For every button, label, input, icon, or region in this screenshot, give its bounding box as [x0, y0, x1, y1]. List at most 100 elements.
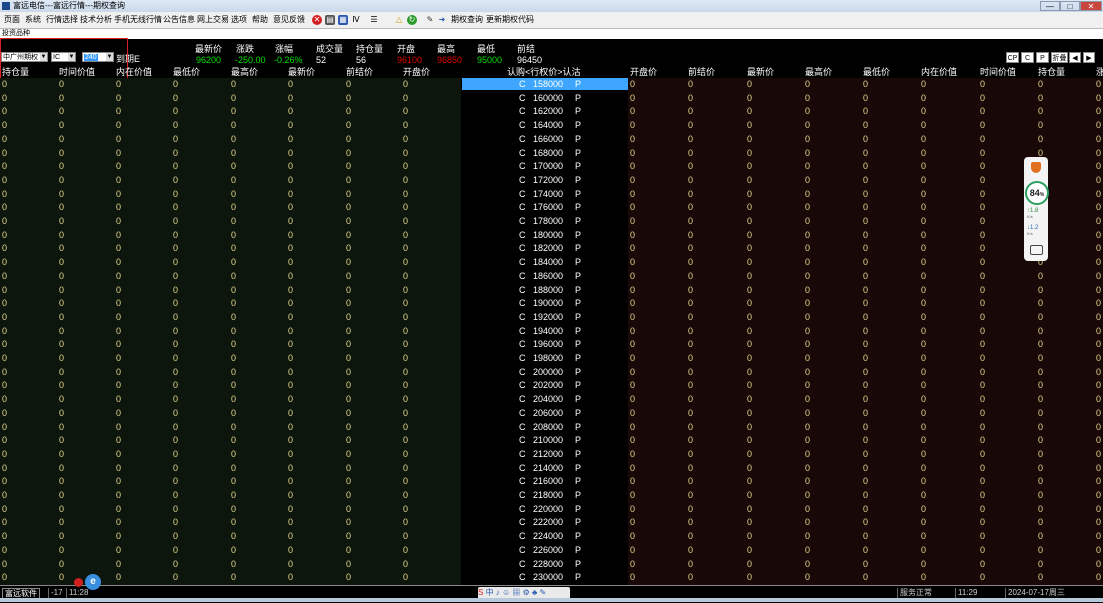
- put-cell[interactable]: 0: [863, 161, 868, 171]
- put-cell[interactable]: 0: [688, 243, 693, 253]
- call-flag[interactable]: C: [519, 134, 526, 144]
- call-cell[interactable]: 0: [403, 504, 408, 514]
- put-cell[interactable]: 0: [980, 394, 985, 404]
- put-cell[interactable]: 0: [630, 106, 635, 116]
- put-cell[interactable]: 0: [805, 134, 810, 144]
- menu-help[interactable]: 帮助: [252, 12, 268, 28]
- put-cell[interactable]: 0: [1038, 559, 1043, 569]
- call-flag[interactable]: C: [519, 422, 526, 432]
- put-cell[interactable]: 0: [980, 93, 985, 103]
- call-cell[interactable]: 0: [231, 572, 236, 582]
- put-cell[interactable]: 0: [805, 285, 810, 295]
- put-cell[interactable]: 0: [805, 93, 810, 103]
- put-cell[interactable]: 0: [805, 312, 810, 322]
- put-cell[interactable]: 0: [747, 120, 752, 130]
- call-cell[interactable]: 0: [173, 435, 178, 445]
- call-cell[interactable]: 0: [231, 189, 236, 199]
- put-cell[interactable]: 0: [747, 463, 752, 473]
- call-cell[interactable]: 0: [346, 161, 351, 171]
- put-cell[interactable]: 0: [747, 517, 752, 527]
- put-flag[interactable]: P: [575, 490, 581, 500]
- put-cell[interactable]: 0: [805, 490, 810, 500]
- put-cell[interactable]: 0: [980, 380, 985, 390]
- call-cell[interactable]: 0: [231, 216, 236, 226]
- call-cell[interactable]: 0: [116, 408, 121, 418]
- put-cell[interactable]: 0: [747, 134, 752, 144]
- put-cell[interactable]: 0: [747, 449, 752, 459]
- call-cell[interactable]: 0: [288, 408, 293, 418]
- call-cell[interactable]: 0: [2, 339, 7, 349]
- call-cell[interactable]: 0: [116, 257, 121, 267]
- call-cell[interactable]: 0: [116, 230, 121, 240]
- put-flag[interactable]: P: [575, 298, 581, 308]
- put-cell[interactable]: 0: [1096, 161, 1101, 171]
- put-cell[interactable]: 0: [805, 545, 810, 555]
- call-cell[interactable]: 0: [346, 394, 351, 404]
- put-cell[interactable]: 0: [805, 148, 810, 158]
- put-cell[interactable]: 0: [980, 106, 985, 116]
- put-cell[interactable]: 0: [1038, 339, 1043, 349]
- call-cell[interactable]: 0: [2, 517, 7, 527]
- call-cell[interactable]: 0: [2, 463, 7, 473]
- menu-market-select[interactable]: 行情选择: [46, 12, 78, 28]
- call-cell[interactable]: 0: [2, 134, 7, 144]
- call-cell[interactable]: 0: [346, 572, 351, 582]
- call-cell[interactable]: 0: [173, 504, 178, 514]
- scroll-left-icon[interactable]: ◀: [1069, 52, 1081, 63]
- call-flag[interactable]: C: [519, 230, 526, 240]
- call-cell[interactable]: 0: [116, 285, 121, 295]
- call-cell[interactable]: 0: [59, 285, 64, 295]
- call-cell[interactable]: 0: [288, 326, 293, 336]
- put-cell[interactable]: 0: [1096, 353, 1101, 363]
- call-cell[interactable]: 0: [288, 572, 293, 582]
- put-cell[interactable]: 0: [1038, 353, 1043, 363]
- call-cell[interactable]: 0: [2, 367, 7, 377]
- call-flag[interactable]: C: [519, 339, 526, 349]
- put-flag[interactable]: P: [575, 93, 581, 103]
- put-cell[interactable]: 0: [1096, 517, 1101, 527]
- put-cell[interactable]: 0: [921, 449, 926, 459]
- put-cell[interactable]: 0: [688, 353, 693, 363]
- put-cell[interactable]: 0: [980, 298, 985, 308]
- put-cell[interactable]: 0: [980, 449, 985, 459]
- c-button[interactable]: C: [1021, 52, 1034, 63]
- call-cell[interactable]: 0: [116, 449, 121, 459]
- call-cell[interactable]: 0: [59, 134, 64, 144]
- put-cell[interactable]: 0: [863, 572, 868, 582]
- call-cell[interactable]: 0: [288, 545, 293, 555]
- call-cell[interactable]: 0: [2, 189, 7, 199]
- call-cell[interactable]: 0: [116, 106, 121, 116]
- call-cell[interactable]: 0: [231, 93, 236, 103]
- put-flag[interactable]: P: [575, 202, 581, 212]
- call-cell[interactable]: 0: [173, 572, 178, 582]
- call-cell[interactable]: 0: [59, 257, 64, 267]
- call-cell[interactable]: 0: [59, 189, 64, 199]
- call-cell[interactable]: 0: [2, 422, 7, 432]
- put-cell[interactable]: 0: [980, 463, 985, 473]
- put-cell[interactable]: 0: [980, 367, 985, 377]
- put-cell[interactable]: 0: [747, 243, 752, 253]
- put-cell[interactable]: 0: [630, 216, 635, 226]
- put-cell[interactable]: 0: [688, 230, 693, 240]
- call-cell[interactable]: 0: [346, 326, 351, 336]
- call-cell[interactable]: 0: [2, 504, 7, 514]
- put-cell[interactable]: 0: [1096, 422, 1101, 432]
- put-cell[interactable]: 0: [688, 476, 693, 486]
- call-cell[interactable]: 0: [173, 120, 178, 130]
- header-last[interactable]: 最新价: [747, 65, 774, 78]
- call-cell[interactable]: 0: [173, 257, 178, 267]
- put-flag[interactable]: P: [575, 435, 581, 445]
- call-cell[interactable]: 0: [116, 271, 121, 281]
- put-cell[interactable]: 0: [688, 257, 693, 267]
- call-cell[interactable]: 0: [346, 339, 351, 349]
- call-cell[interactable]: 0: [231, 175, 236, 185]
- put-cell[interactable]: 0: [1038, 93, 1043, 103]
- call-cell[interactable]: 0: [403, 422, 408, 432]
- call-cell[interactable]: 0: [288, 339, 293, 349]
- call-cell[interactable]: 0: [346, 93, 351, 103]
- put-cell[interactable]: 0: [688, 408, 693, 418]
- maximize-button[interactable]: □: [1060, 1, 1080, 11]
- put-cell[interactable]: 0: [1038, 463, 1043, 473]
- put-cell[interactable]: 0: [863, 175, 868, 185]
- header-intrinsic-value[interactable]: 内在价值: [921, 65, 957, 78]
